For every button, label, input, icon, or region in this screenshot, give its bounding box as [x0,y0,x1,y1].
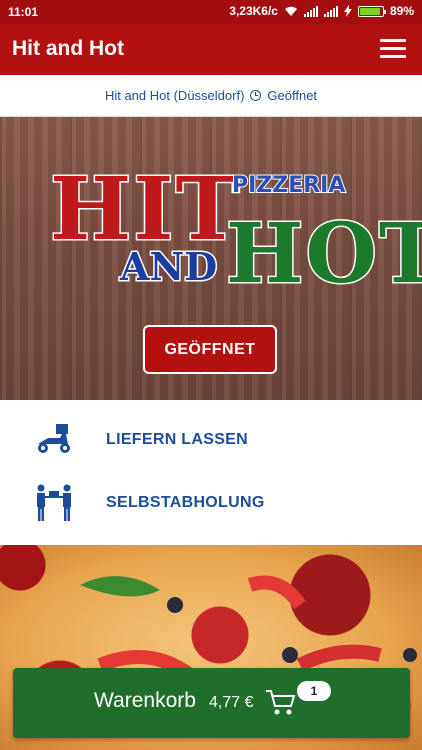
delivery-option-label: LIEFERN LASSEN [106,431,248,448]
status-bar: 11:01 3,23K6/c 89% [0,0,422,24]
signal-icon [303,5,318,17]
restaurant-info-bar: Hit and Hot (Düsseldorf) Geöffnet [0,75,422,117]
cart-icon [266,690,296,715]
network-speed: 3,23K6/c [229,4,278,18]
cart-count-badge: 1 [297,681,331,701]
status-indicators: 3,23K6/c 89% [229,4,414,18]
signal-icon-2 [323,5,338,17]
pickup-option[interactable]: SELBSTABHOLUNG [0,475,422,531]
app-title: Hit and Hot [12,37,124,60]
hamburger-menu-icon[interactable] [380,39,406,59]
wifi-icon [284,6,297,16]
delivery-option[interactable]: LIEFERN LASSEN [0,412,422,468]
pickup-handover-icon [37,484,71,521]
delivery-scooter-icon [38,424,70,453]
svg-text:PIZZERIA: PIZZERIA [232,173,345,198]
order-options: LIEFERN LASSEN SELBSTABHOLUNG [0,400,422,545]
clock-icon [250,90,262,101]
status-time: 11:01 [8,5,39,19]
app-bar: Hit and Hot [0,24,422,75]
basket-price: 4,77 € [209,694,254,711]
svg-text:HOT: HOT [226,206,422,302]
pickup-option-label: SELBSTABHOLUNG [106,494,265,511]
open-status: Geöffnet [267,88,318,103]
basket-button[interactable]: Warenkorb 4,77 € 1 [13,668,410,738]
svg-text:AND: AND [119,244,217,289]
charging-icon [343,5,352,17]
hero-banner: HIT AND PIZZERIA HOT GEÖFFNET [0,117,422,400]
basket-label: Warenkorb [94,689,196,712]
restaurant-location[interactable]: Hit and Hot (Düsseldorf) [105,88,244,103]
open-status-button[interactable]: GEÖFFNET [143,325,277,374]
battery-icon [357,5,386,17]
battery-percent: 89% [389,4,414,18]
